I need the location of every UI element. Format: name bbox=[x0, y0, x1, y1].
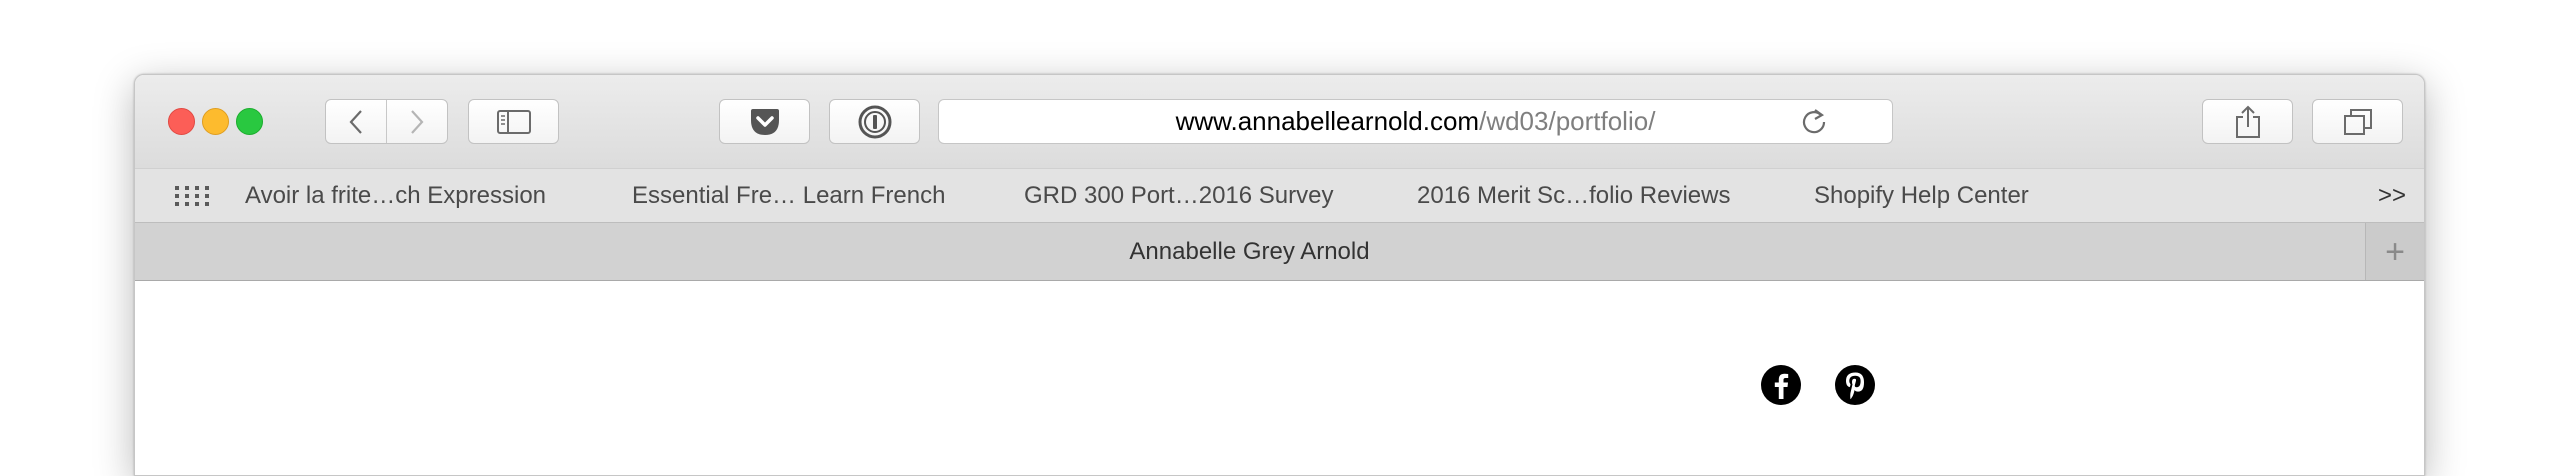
browser-window: www.annabellearnold.com/wd03/portfolio/ … bbox=[134, 74, 2425, 476]
back-forward-control bbox=[325, 99, 448, 144]
tab-active[interactable]: Annabelle Grey Arnold bbox=[135, 223, 2364, 280]
url-host: www.annabellearnold.com bbox=[1175, 106, 1480, 136]
share-icon bbox=[2235, 105, 2260, 138]
url-text: www.annabellearnold.com/wd03/portfolio/ bbox=[939, 100, 1892, 143]
plus-icon: + bbox=[2385, 232, 2405, 271]
bookmark-item[interactable]: Avoir la frite…ch Expression bbox=[245, 169, 546, 222]
back-button[interactable] bbox=[326, 100, 386, 143]
bookmark-item[interactable]: GRD 300 Port…2016 Survey bbox=[1024, 169, 1333, 222]
back-icon bbox=[349, 109, 362, 134]
new-tab-button[interactable]: + bbox=[2365, 223, 2424, 280]
bookmark-item[interactable]: Shopify Help Center bbox=[1814, 169, 2029, 222]
address-bar[interactable]: www.annabellearnold.com/wd03/portfolio/ bbox=[938, 99, 1893, 144]
bookmarks-bar: Avoir la frite…ch Expression Essential F… bbox=[135, 168, 2424, 223]
facebook-icon[interactable] bbox=[1761, 365, 1801, 405]
close-window-button[interactable] bbox=[168, 108, 195, 135]
pinterest-icon[interactable] bbox=[1835, 365, 1875, 405]
share-button[interactable] bbox=[2202, 99, 2293, 144]
forward-icon bbox=[411, 109, 424, 134]
sidebar-button[interactable] bbox=[468, 99, 559, 144]
1password-icon bbox=[858, 105, 891, 138]
tabs-overview-icon bbox=[2343, 108, 2372, 135]
bookmark-item[interactable]: Essential Fre… Learn French bbox=[632, 169, 945, 222]
minimize-window-button[interactable] bbox=[202, 108, 229, 135]
reload-icon[interactable] bbox=[1799, 107, 1829, 137]
toolbar: www.annabellearnold.com/wd03/portfolio/ bbox=[135, 75, 2424, 168]
pocket-button[interactable] bbox=[719, 99, 810, 144]
1password-button[interactable] bbox=[829, 99, 920, 144]
url-path: /wd03/portfolio/ bbox=[1479, 106, 1656, 136]
top-sites-grid-icon[interactable] bbox=[173, 184, 209, 208]
tab-title: Annabelle Grey Arnold bbox=[1129, 238, 1370, 265]
pocket-icon bbox=[750, 108, 779, 135]
sidebar-icon bbox=[496, 109, 531, 134]
page-content bbox=[135, 281, 2424, 475]
tabs-overview-button[interactable] bbox=[2312, 99, 2403, 144]
forward-button[interactable] bbox=[386, 100, 447, 143]
tab-bar: Annabelle Grey Arnold + bbox=[135, 223, 2424, 281]
bookmark-item[interactable]: 2016 Merit Sc…folio Reviews bbox=[1417, 169, 1730, 222]
zoom-window-button[interactable] bbox=[236, 108, 263, 135]
bookmarks-overflow-button[interactable]: >> bbox=[2378, 169, 2406, 222]
